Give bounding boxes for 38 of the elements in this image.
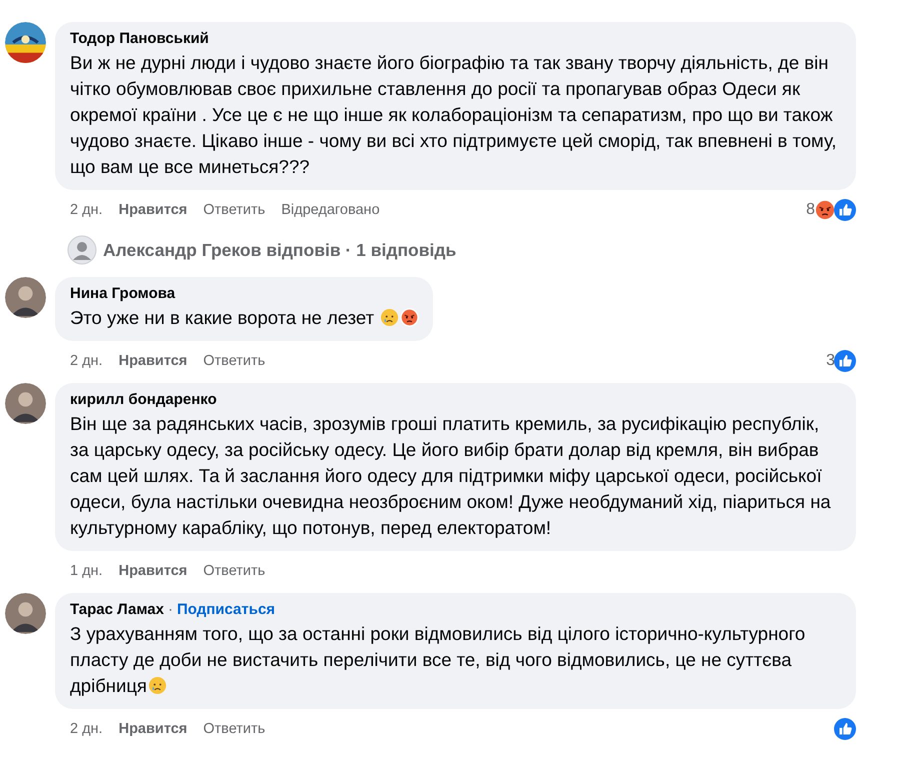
comment-text: Ви ж не дурні люди і чудово знаєте його біографію та так звану творчу діяльність, де він чітко обумовлював своє прихильне ставлення до росії та пропагував образ Одеси як окремої країни . Усе це є не що інше як колабораціонізм та сепаратизм, про що ви також чудово знаєте. Цікаво інше - чому ви всі хто підтримуєте цей сморід, так впевнені в тому, що вам це все минеться???	[70, 51, 838, 179]
timestamp: 1 дн.	[70, 563, 103, 579]
comment-text: Это уже ни в какие ворота не лезет	[70, 305, 420, 331]
reply-link[interactable]: Ответить	[203, 721, 266, 737]
separator-dot: ·	[168, 601, 173, 618]
follow-link[interactable]: Подписаться	[176, 601, 276, 618]
reaction-count: 8	[806, 201, 815, 219]
thumbs-up-icon	[834, 199, 856, 221]
like-link[interactable]: Нравится	[118, 202, 188, 218]
avatar	[5, 277, 46, 318]
avatar	[5, 593, 46, 634]
timestamp: 2 дн.	[70, 721, 103, 737]
reaction-count: 3	[826, 352, 835, 370]
reply-link[interactable]: Ответить	[203, 563, 266, 579]
like-link[interactable]: Нравится	[118, 721, 188, 737]
thumbs-up-icon	[834, 350, 856, 372]
author-name[interactable]: Тодор Пановський	[70, 30, 209, 47]
reply-link[interactable]: Ответить	[203, 202, 266, 218]
user-silhouette-icon	[67, 235, 97, 265]
avatar	[5, 22, 46, 63]
replies-link[interactable]: Александр Греков відповів · 1 відповідь	[103, 240, 456, 260]
comment-text: Він ще за радянських часів, зрозумів гроші платить кремиль, за русифікацію республік, за царську одесу, за російську одесу. Це його вибір брати долар від кремля, він вибрав сам цей шлях. Та й заслання його одесу для підтримки міфу царської одеси, російської одеси, була настільки очевидна неозброєним оком! Дуже необдуманий хід, піариться на культурному карабліку, що потонув, перед електоратом!	[70, 412, 832, 540]
author-name[interactable]: Нина Громова	[70, 285, 176, 302]
avatar	[5, 383, 46, 424]
timestamp: 2 дн.	[70, 353, 103, 369]
timestamp: 2 дн.	[70, 202, 103, 218]
edited-label: Відредаговано	[281, 202, 380, 218]
author-name[interactable]: Тарас Ламах	[70, 601, 164, 618]
like-link[interactable]: Нравится	[118, 563, 188, 579]
like-link[interactable]: Нравится	[118, 353, 188, 369]
crying-face-icon	[148, 676, 167, 695]
angry-face-icon	[400, 308, 420, 327]
comment-text: З урахуванням того, що за останні роки відмовились від цілого історично-культурного пласту де доби не вистачить перелічити все те, від чого відмовились, це не суттєва дрібниця	[70, 622, 806, 698]
thumbs-up-icon	[834, 718, 856, 740]
reply-link[interactable]: Ответить	[203, 353, 266, 369]
crying-face-icon	[380, 308, 400, 327]
author-name[interactable]: кирилл бондаренко	[70, 391, 217, 408]
angry-face-icon	[814, 199, 836, 221]
